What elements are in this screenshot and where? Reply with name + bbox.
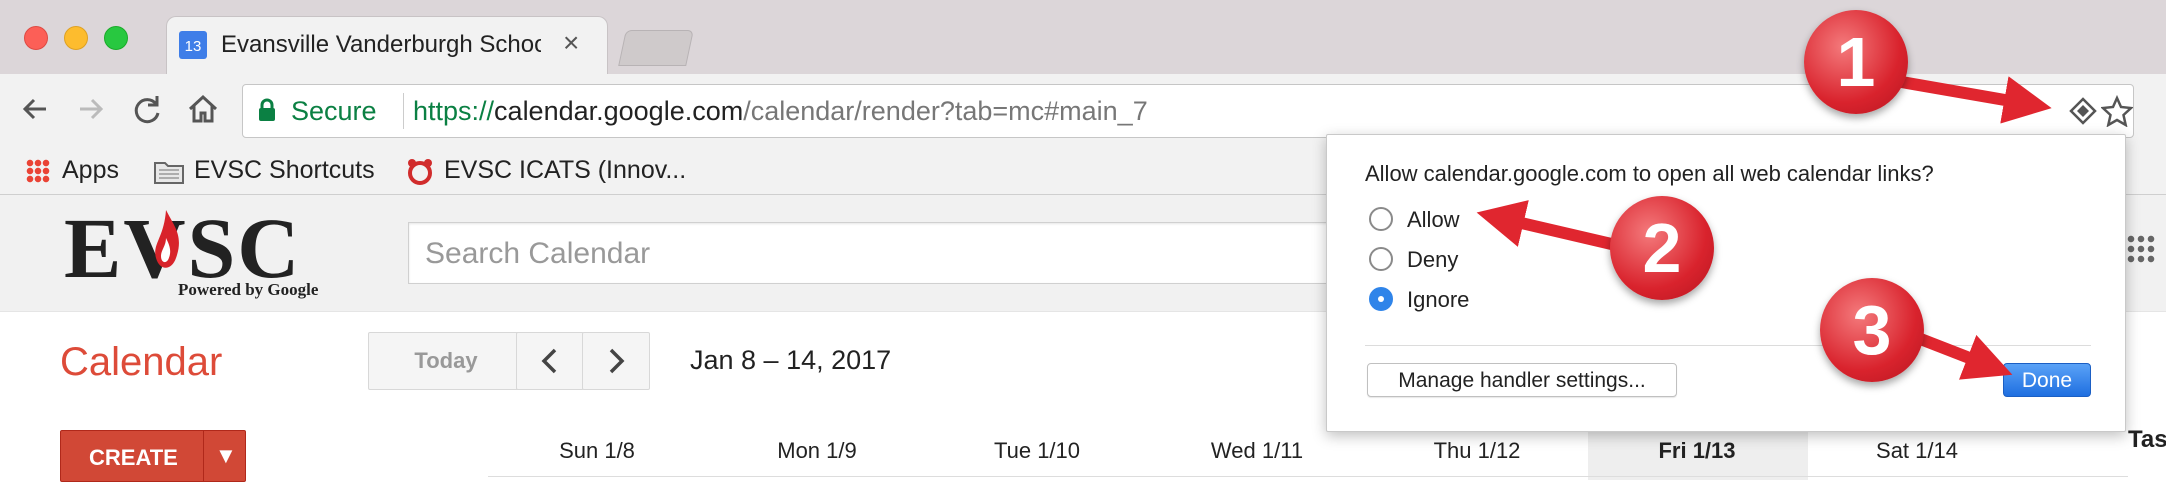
annotation-marker-3: 3 — [1820, 278, 1924, 382]
annotation-marker-2: 2 — [1610, 196, 1714, 300]
arrow-2 — [1476, 200, 1622, 252]
arrow-1 — [1888, 74, 2052, 124]
annotation-marker-1: 1 — [1804, 10, 1908, 114]
arrow-3 — [1915, 332, 2013, 380]
